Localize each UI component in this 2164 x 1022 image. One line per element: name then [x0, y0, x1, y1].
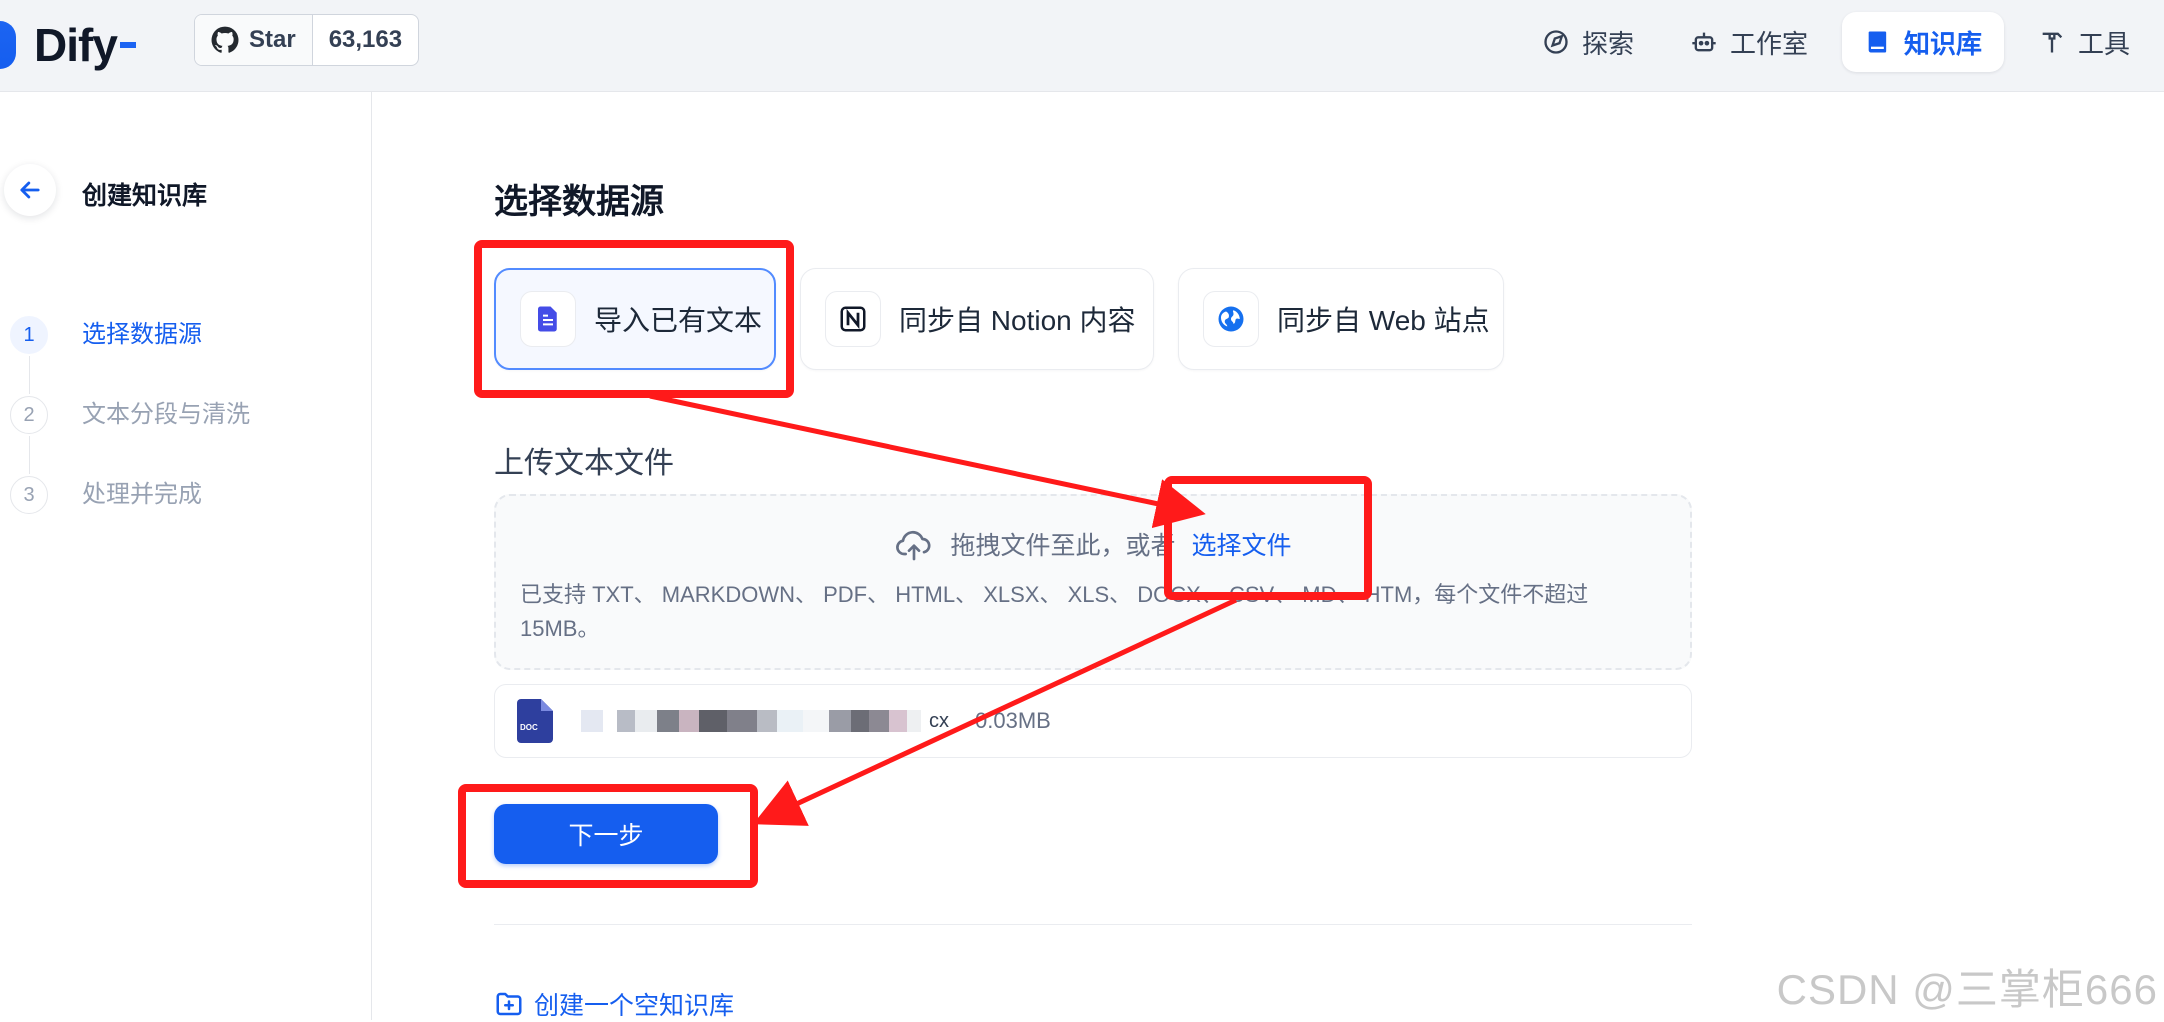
globe-icon — [1218, 306, 1244, 332]
brand-name: Dify — [34, 19, 118, 71]
compass-icon — [1544, 30, 1568, 54]
step-2: 2 文本分段与清洗 — [10, 396, 250, 476]
step-list: 1 选择数据源 2 文本分段与清洗 3 处理并完成 — [10, 316, 250, 556]
nav-knowledge[interactable]: 知识库 — [1842, 12, 2005, 72]
dropzone-text: 拖拽文件至此，或者 — [950, 532, 1176, 560]
nav-studio[interactable]: 工作室 — [1668, 12, 1830, 72]
source-icon-box — [1203, 291, 1259, 347]
step-3: 3 处理并完成 — [10, 476, 250, 556]
annotation-box-select-file — [1164, 476, 1372, 600]
step-label: 选择数据源 — [82, 321, 202, 348]
source-label: 同步自 Notion 内容 — [899, 305, 1136, 336]
github-star-count: 63,163 — [328, 26, 403, 53]
sidebar-title: 创建知识库 — [82, 182, 208, 210]
back-button[interactable] — [4, 164, 56, 216]
csdn-watermark: CSDN @三掌柜666 — [1776, 966, 2158, 1013]
logo-mark — [0, 21, 16, 69]
page-title: 选择数据源 — [494, 183, 664, 221]
step-label: 文本分段与清洗 — [82, 401, 250, 428]
source-web[interactable]: 同步自 Web 站点 — [1178, 268, 1504, 370]
section-divider — [494, 924, 1692, 925]
nav-tools[interactable]: 工具 — [2016, 12, 2152, 72]
step-1: 1 选择数据源 — [10, 316, 250, 396]
notion-icon — [840, 306, 866, 332]
create-empty-label: 创建一个空知识库 — [534, 992, 735, 1020]
nav-knowledge-label: 知识库 — [1904, 28, 1983, 59]
arrow-left-icon — [20, 181, 40, 199]
nav-explore-label: 探索 — [1582, 28, 1635, 59]
step-label: 处理并完成 — [82, 481, 202, 508]
robot-icon — [1692, 32, 1716, 52]
step-connector — [29, 436, 30, 474]
annotation-box-import — [474, 240, 794, 398]
nav-studio-label: 工作室 — [1730, 28, 1809, 59]
create-empty-knowledge-link[interactable]: 创建一个空知识库 — [494, 986, 734, 1022]
file-extension: cx — [929, 709, 949, 732]
source-icon-box — [825, 291, 881, 347]
step-connector — [29, 356, 30, 394]
step-number: 1 — [10, 316, 48, 354]
annotation-box-next — [458, 784, 758, 888]
logo-cursor — [119, 42, 136, 48]
upload-section-title: 上传文本文件 — [494, 447, 674, 480]
uploaded-file-item[interactable]: DOC cx 0.03MB — [494, 684, 1692, 758]
top-header: Dify Star 63,163 探索 工作室 知识库 工具 — [0, 0, 2164, 92]
svg-text:DOC: DOC — [520, 723, 538, 732]
step-number: 2 — [10, 396, 48, 434]
dropzone-prompt: 拖拽文件至此，或者 选择文件 — [496, 524, 1690, 564]
file-dropzone[interactable]: 拖拽文件至此，或者 选择文件 已支持 TXT、 MARKDOWN、 PDF、 H… — [494, 494, 1692, 670]
hammer-icon — [2042, 32, 2063, 53]
book-icon — [1868, 31, 1887, 53]
github-star-label: Star — [249, 26, 296, 53]
folder-plus-icon — [496, 992, 522, 1016]
supported-formats-tip: 已支持 TXT、 MARKDOWN、 PDF、 HTML、 XLSX、 XLS、… — [520, 582, 1589, 641]
dify-logo[interactable]: Dify — [0, 12, 136, 78]
source-notion[interactable]: 同步自 Notion 内容 — [800, 268, 1154, 370]
cloud-upload-icon — [896, 530, 931, 561]
github-star-button[interactable]: Star — [195, 15, 313, 65]
nav-tools-label: 工具 — [2078, 28, 2131, 59]
nav-explore[interactable]: 探索 — [1520, 12, 1656, 72]
sidebar: 创建知识库 1 选择数据源 2 文本分段与清洗 3 处理并完成 — [0, 92, 372, 1020]
github-icon — [211, 26, 239, 53]
step-number: 3 — [10, 476, 48, 514]
main-nav: 探索 工作室 知识库 工具 — [1520, 12, 2152, 72]
doc-file-icon: DOC — [517, 699, 553, 743]
source-label: 同步自 Web 站点 — [1277, 305, 1490, 336]
file-size: 0.03MB — [975, 708, 1051, 733]
github-star-widget[interactable]: Star 63,163 — [194, 14, 420, 66]
blurred-file-name — [581, 706, 921, 736]
